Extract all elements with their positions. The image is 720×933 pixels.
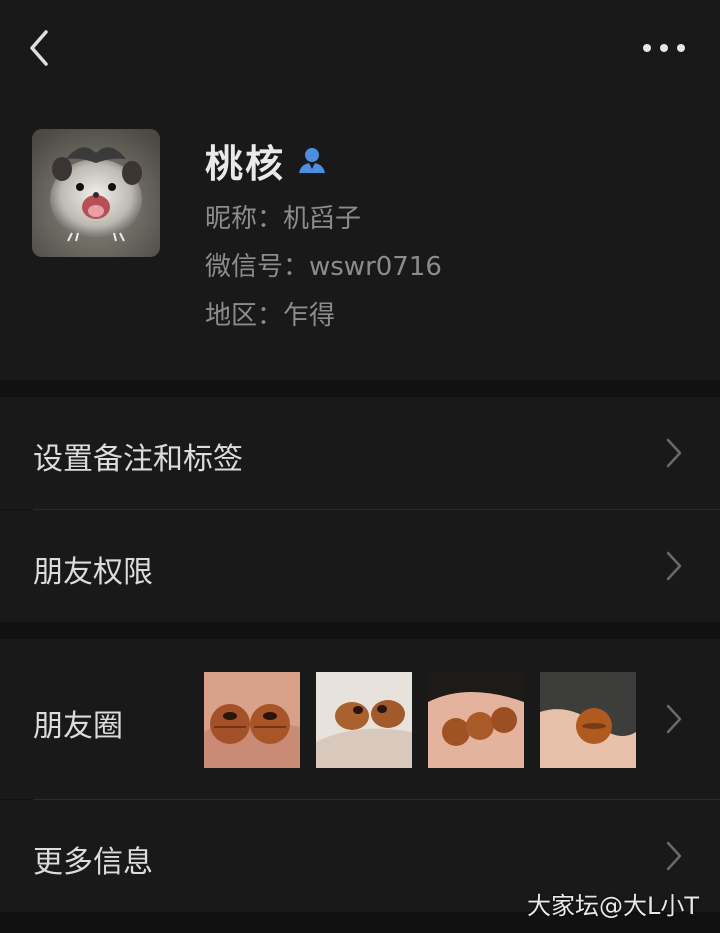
moments-row[interactable]: 朋友圈 xyxy=(0,639,720,799)
profile-name-row: 桃核 xyxy=(205,134,327,186)
avatar[interactable] xyxy=(32,129,160,257)
chevron-left-icon xyxy=(30,30,48,66)
wechat-id-text: 微信号：wswr0716 xyxy=(205,252,442,282)
profile-name: 桃核 xyxy=(205,141,286,186)
watermark-text: 大家坛@大L小T xyxy=(527,892,700,920)
more-button[interactable] xyxy=(636,30,696,66)
profile-card: 桃核 昵称：机舀子 微信号：wswr0716 地区：乍得 xyxy=(0,100,720,380)
moments-thumbnail[interactable] xyxy=(428,672,524,768)
moments-thumbnail[interactable] xyxy=(204,672,300,768)
chevron-right-icon xyxy=(666,841,682,871)
moments-thumbnail[interactable] xyxy=(316,672,412,768)
section-gap xyxy=(0,380,720,397)
top-bar xyxy=(0,0,720,100)
back-button[interactable] xyxy=(22,24,62,72)
chevron-right-icon xyxy=(666,704,682,734)
avatar-image xyxy=(32,129,160,257)
friend-permissions-row[interactable]: 朋友权限 xyxy=(0,510,720,622)
more-info-label: 更多信息 xyxy=(33,845,153,880)
remark-tags-row[interactable]: 设置备注和标签 xyxy=(0,397,720,509)
more-horizontal-icon xyxy=(643,44,685,52)
chevron-right-icon xyxy=(666,551,682,581)
remark-tags-label: 设置备注和标签 xyxy=(33,442,243,477)
chevron-right-icon xyxy=(666,438,682,468)
section-gap xyxy=(0,622,720,639)
moments-thumbnail[interactable] xyxy=(540,672,636,768)
friend-permissions-label: 朋友权限 xyxy=(33,555,153,590)
region-text: 地区：乍得 xyxy=(205,301,336,331)
moments-label: 朋友圈 xyxy=(33,709,123,744)
nickname-text: 昵称：机舀子 xyxy=(205,204,362,234)
person-icon xyxy=(297,145,327,175)
